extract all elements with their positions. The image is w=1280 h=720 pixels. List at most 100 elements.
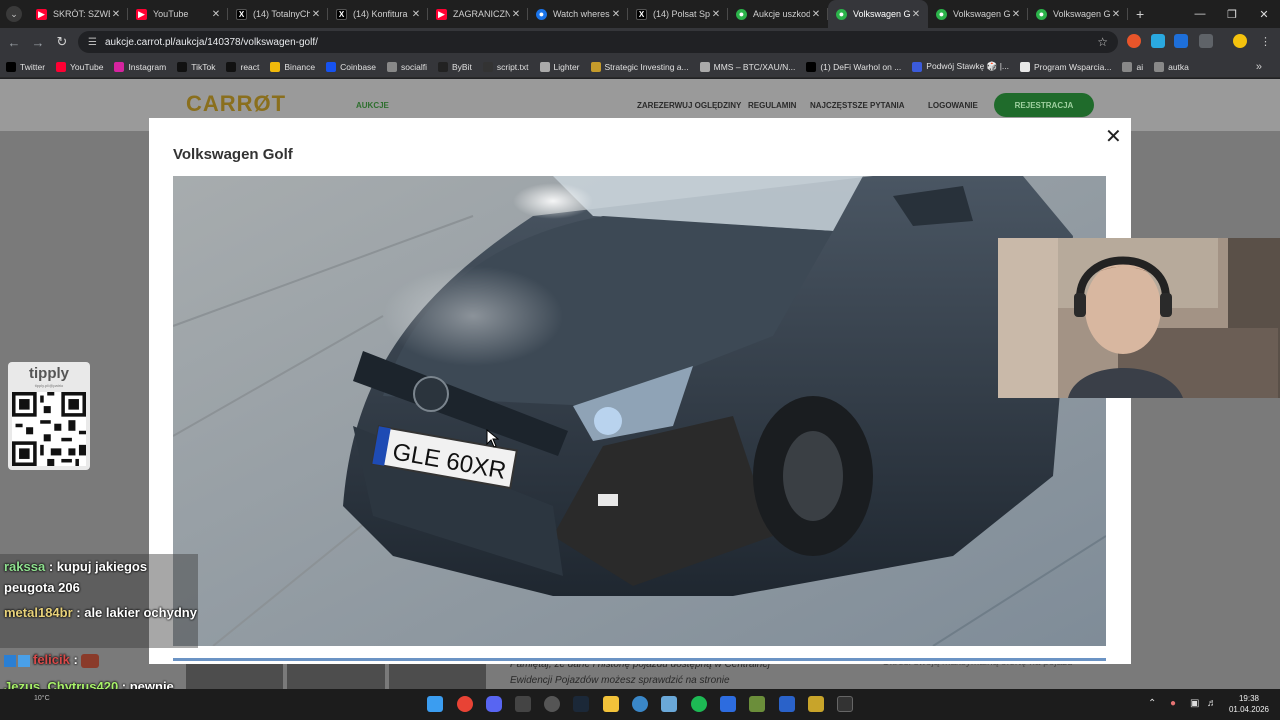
microphone-icon[interactable]: ●: [1170, 698, 1176, 709]
minimize-icon[interactable]: —: [1184, 8, 1216, 20]
tab-close-icon[interactable]: ✕: [1110, 9, 1122, 20]
browser-tab[interactable]: ▶ ZAGRANICZN ✕: [428, 0, 528, 28]
bookmarks-overflow-icon[interactable]: »: [1256, 61, 1262, 73]
browser-tab[interactable]: ● Aukcje uszkod ✕: [728, 0, 828, 28]
bookmark-item[interactable]: MMS – BTC/XAU/N...: [699, 61, 795, 72]
file-explorer-icon[interactable]: [603, 696, 619, 712]
bookmark-item[interactable]: Lighter: [539, 61, 580, 72]
bookmark-item[interactable]: ByBit: [438, 61, 472, 72]
nav-regulamin[interactable]: REGULAMIN: [748, 101, 796, 110]
steam-icon[interactable]: [573, 696, 589, 712]
carrot-logo[interactable]: CARRØT: [186, 91, 286, 117]
thumbnail[interactable]: [388, 662, 486, 689]
discord-icon[interactable]: [486, 696, 502, 712]
car-photo-illustration: GLE 60XR: [173, 176, 1106, 646]
bookmark-star-icon[interactable]: ☆: [1097, 35, 1108, 49]
profile-avatar[interactable]: [1233, 34, 1247, 48]
app-x-icon[interactable]: [779, 696, 795, 712]
browser-tab[interactable]: X (14) Polsat Spo ✕: [628, 0, 728, 28]
tab-close-icon[interactable]: ✕: [410, 9, 422, 20]
extension-blue-icon[interactable]: [1151, 34, 1165, 48]
nav-aukcje[interactable]: AUKCJE: [356, 101, 389, 110]
chat-badge-icon: [4, 654, 16, 667]
new-tab-button[interactable]: +: [1136, 6, 1144, 22]
weather-temp[interactable]: 10°C: [34, 695, 50, 702]
forward-icon[interactable]: →: [26, 35, 50, 50]
bookmark-favicon-icon: [1154, 61, 1165, 72]
back-icon[interactable]: ←: [2, 35, 26, 50]
bookmark-item[interactable]: TikTok: [177, 61, 215, 72]
car-photo[interactable]: GLE 60XR: [173, 176, 1106, 646]
bookmark-favicon-icon: [6, 61, 16, 72]
webcam-overlay: [998, 238, 1280, 398]
tool-icon[interactable]: [661, 696, 677, 712]
browser-tab[interactable]: ● Volkswagen Go ✕: [1028, 0, 1128, 28]
tab-close-icon[interactable]: ✕: [210, 9, 222, 20]
address-bar[interactable]: ☰ aukcje.carrot.pl/aukcja/140378/volkswa…: [78, 31, 1118, 53]
tab-close-icon[interactable]: ✕: [1010, 9, 1022, 20]
tab-close-icon[interactable]: ✕: [810, 9, 822, 20]
nav-zarezerwuj[interactable]: ZAREZERWUJ OGLĘDZINY: [637, 101, 741, 110]
spotify-icon[interactable]: [691, 696, 707, 712]
thumbnail[interactable]: [186, 662, 284, 689]
bookmark-item[interactable]: Coinbase: [326, 61, 376, 72]
chrome-icon[interactable]: [457, 696, 473, 712]
windows-start-icon[interactable]: [427, 696, 443, 712]
terminal-icon[interactable]: [837, 696, 853, 712]
app-square-icon[interactable]: [720, 696, 736, 712]
bookmark-item[interactable]: react: [226, 61, 259, 72]
thumbnail[interactable]: [287, 662, 385, 689]
browser-tab[interactable]: ▶ SKRÓT: SZWEC✕: [28, 0, 128, 28]
bookmark-item[interactable]: autka: [1154, 61, 1189, 72]
nav-faq[interactable]: NAJCZĘSTSZE PYTANIA: [810, 101, 905, 110]
bookmark-item[interactable]: Instagram: [114, 61, 166, 72]
tab-close-icon[interactable]: ✕: [910, 9, 922, 20]
extension-fox-icon[interactable]: [1127, 34, 1141, 48]
browser-tab[interactable]: ● Volkswagen Go ✕: [928, 0, 1028, 28]
settings-icon[interactable]: [544, 696, 560, 712]
tab-close-icon[interactable]: ✕: [710, 9, 722, 20]
browser-tab[interactable]: X (14) Konfitura ✕: [328, 0, 428, 28]
browser-tab[interactable]: X (14) TotalnyCh ✕: [228, 0, 328, 28]
tab-close-icon[interactable]: ✕: [310, 9, 322, 20]
browser-tab[interactable]: ▶ YouTube ✕: [128, 0, 228, 28]
bookmark-item[interactable]: ai: [1122, 61, 1143, 72]
app-bulb-icon[interactable]: [808, 696, 824, 712]
tray-chevron-icon[interactable]: ⌃: [1148, 698, 1156, 709]
tab-title: YouTube: [153, 9, 189, 19]
app-icon[interactable]: [515, 696, 531, 712]
extension-dev-icon[interactable]: [1174, 34, 1188, 48]
tab-search-button[interactable]: ⌄: [6, 6, 22, 22]
bookmark-item[interactable]: Twitter: [6, 61, 45, 72]
bookmark-label: (1) DeFi Warhol on ...: [820, 61, 902, 72]
bookmark-item[interactable]: Binance: [270, 61, 315, 72]
tab-title: Watch wheresp: [553, 9, 610, 19]
browser-tab[interactable]: ● Volkswagen Go ✕: [828, 0, 928, 28]
app-map-icon[interactable]: [749, 696, 765, 712]
network-icon[interactable]: ▣: [1190, 698, 1199, 709]
browser-menu-icon[interactable]: ⋮: [1260, 35, 1271, 48]
register-button[interactable]: REJESTRACJA: [994, 93, 1094, 117]
extensions-puzzle-icon[interactable]: [1199, 34, 1213, 48]
nav-logowanie[interactable]: LOGOWANIE: [928, 101, 978, 110]
taskbar-clock[interactable]: 19:38 01.04.2026: [1224, 693, 1274, 715]
restore-icon[interactable]: ❐: [1216, 8, 1248, 21]
app-c-icon[interactable]: [632, 696, 648, 712]
bookmark-item[interactable]: YouTube: [56, 61, 103, 72]
site-info-icon[interactable]: ☰: [88, 37, 97, 48]
volume-icon[interactable]: ♬: [1207, 698, 1217, 709]
close-window-icon[interactable]: ✕: [1248, 8, 1280, 21]
bookmark-item[interactable]: (1) DeFi Warhol on ...: [806, 61, 902, 72]
bookmark-item[interactable]: Program Wsparcia...: [1020, 61, 1111, 72]
bookmark-item[interactable]: socialfi: [387, 61, 427, 72]
close-icon[interactable]: ✕: [1105, 124, 1122, 149]
tab-title: Aukcje uszkod: [753, 9, 810, 19]
bookmark-item[interactable]: Podwój Stawkę 🎲 |...: [912, 61, 1009, 72]
tab-close-icon[interactable]: ✕: [610, 9, 622, 20]
reload-icon[interactable]: ↻: [50, 34, 74, 50]
bookmark-item[interactable]: script.txt: [482, 61, 529, 72]
browser-tab[interactable]: ● Watch wheresp ✕: [528, 0, 628, 28]
tab-close-icon[interactable]: ✕: [510, 9, 522, 20]
bookmark-item[interactable]: Strategic Investing a...: [590, 61, 689, 72]
tab-close-icon[interactable]: ✕: [110, 9, 122, 20]
